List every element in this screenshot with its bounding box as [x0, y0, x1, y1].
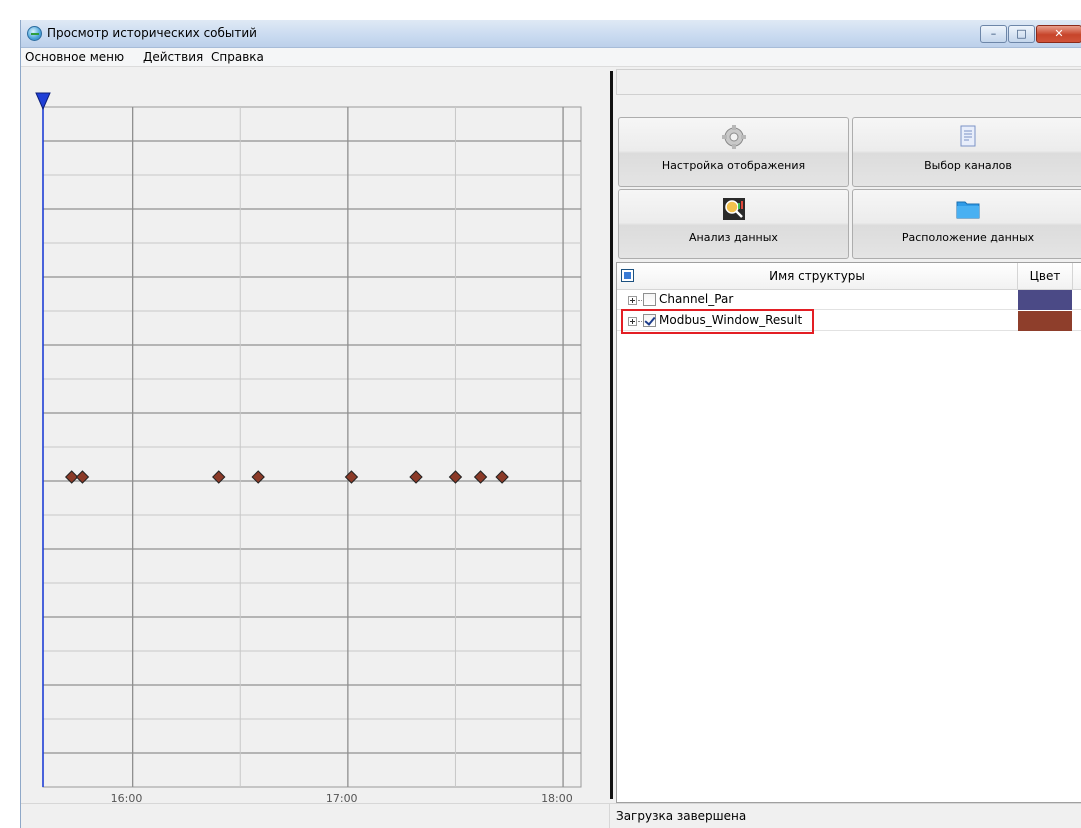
title-bar[interactable]: Просмотр исторических событий – □ ✕ [21, 20, 1081, 48]
app-icon [27, 26, 42, 41]
data-analysis-label: Анализ данных [689, 231, 778, 244]
menu-help[interactable]: Справка [211, 50, 264, 64]
channel-select-label: Выбор каналов [924, 159, 1012, 172]
status-bar-left [21, 803, 609, 828]
display-settings-label: Настройка отображения [661, 159, 806, 172]
column-divider [1072, 263, 1073, 290]
document-icon [960, 125, 976, 147]
selection-highlight [621, 309, 814, 334]
display-settings-button[interactable]: Настройка отображения [618, 117, 849, 187]
event-chart[interactable]: 16:0019.07.201717:0018:00 [21, 67, 609, 803]
structure-table: Имя структуры Цвет Channel_Par Modbus_Wi… [616, 262, 1081, 803]
right-pane: Настройка отображения Выбор каналов Анал… [616, 67, 1081, 803]
chart-grid [42, 106, 582, 788]
x-tick-label: 16:00 [111, 792, 143, 803]
pane-splitter[interactable] [609, 67, 616, 803]
color-swatch[interactable] [1018, 311, 1072, 331]
main-window: Просмотр исторических событий – □ ✕ Осно… [20, 20, 1081, 828]
right-header-strip [616, 69, 1081, 95]
chart-pane[interactable]: 16:0019.07.201717:0018:00 [21, 67, 609, 803]
close-button[interactable]: ✕ [1036, 25, 1081, 43]
data-location-button[interactable]: Расположение данных [852, 189, 1081, 259]
row-checkbox[interactable] [643, 293, 656, 306]
gear-icon [721, 125, 746, 149]
status-bar-right: Загрузка завершена [609, 803, 1081, 828]
column-header-color[interactable]: Цвет [1018, 269, 1072, 283]
table-row[interactable]: Channel_Par [617, 290, 1081, 310]
tree-connector [638, 300, 642, 301]
menu-bar: Основное меню Действия Справка [21, 48, 1081, 67]
expand-icon[interactable] [628, 296, 637, 305]
x-tick-label: 17:00 [326, 792, 358, 803]
structure-table-header: Имя структуры Цвет [617, 263, 1081, 290]
column-header-name[interactable]: Имя структуры [617, 269, 1017, 283]
minimize-button[interactable]: – [980, 25, 1007, 43]
chart-x-axis: 16:0019.07.201717:0018:00 [111, 792, 573, 803]
data-location-label: Расположение данных [901, 231, 1035, 244]
menu-actions[interactable]: Действия [143, 50, 203, 64]
channel-select-button[interactable]: Выбор каналов [852, 117, 1081, 187]
folder-icon [956, 201, 980, 219]
row-label: Channel_Par [659, 292, 734, 306]
status-text: Загрузка завершена [616, 809, 747, 823]
analysis-icon [722, 198, 745, 220]
maximize-button[interactable]: □ [1008, 25, 1035, 43]
window-title: Просмотр исторических событий [47, 26, 257, 40]
data-analysis-button[interactable]: Анализ данных [618, 189, 849, 259]
menu-main[interactable]: Основное меню [25, 50, 124, 64]
x-tick-label: 18:00 [541, 792, 573, 803]
color-swatch[interactable] [1018, 290, 1072, 310]
